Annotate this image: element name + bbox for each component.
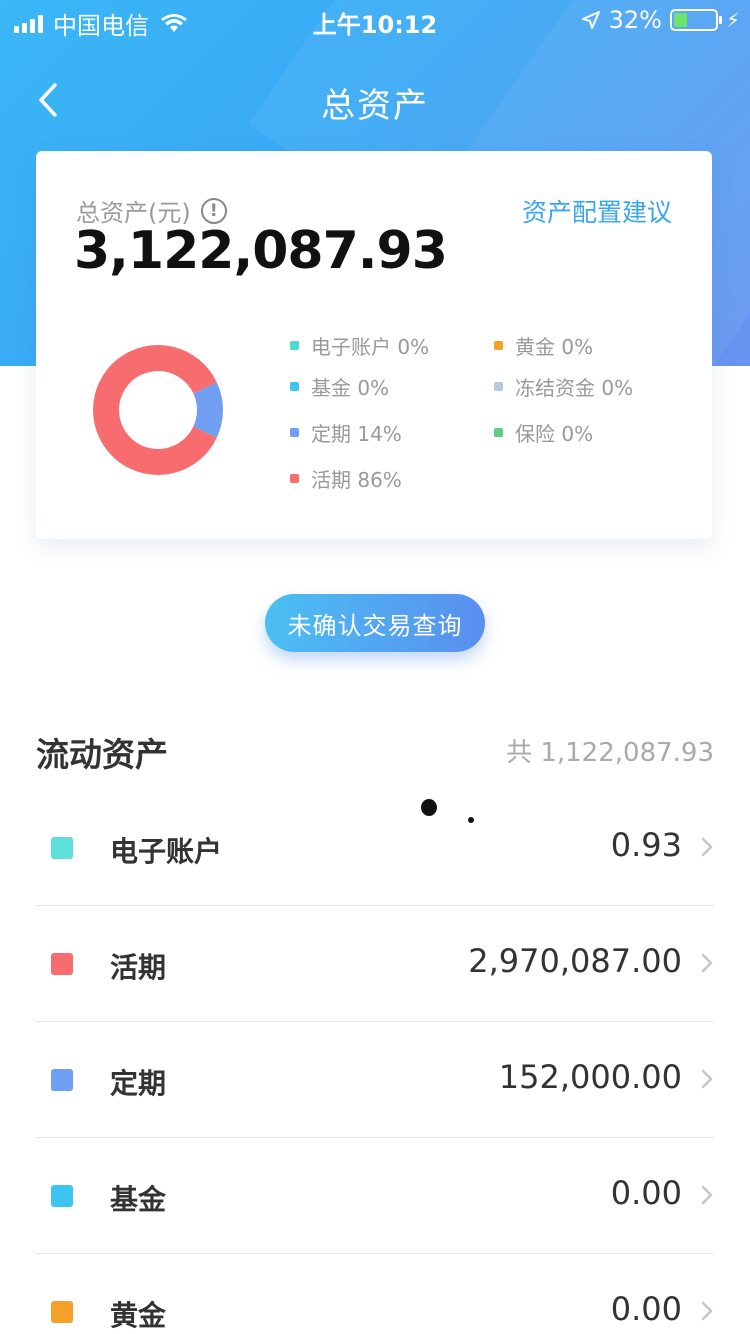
page-title: 总资产: [321, 86, 429, 126]
asset-donut-chart: [93, 345, 223, 475]
legend-item-fund: 基金 0%: [290, 372, 389, 401]
asset-name: 基金: [110, 1183, 167, 1216]
battery-level: [673, 13, 687, 27]
legend-label: 电子账户 0%: [311, 335, 430, 359]
chevron-right-icon: [701, 953, 713, 973]
legend-dot: [494, 341, 503, 350]
legend-dot: [290, 428, 299, 437]
legend-item-electronic-account: 电子账户 0%: [290, 331, 429, 360]
asset-color-dot: [51, 1069, 73, 1091]
asset-row-fund[interactable]: 基金 0.00: [36, 1138, 714, 1254]
info-icon[interactable]: !: [200, 197, 227, 224]
chevron-right-icon: [701, 1301, 713, 1321]
asset-row-electronic-account[interactable]: 电子账户 0.93: [36, 790, 714, 906]
legend-item-gold: 黄金 0%: [494, 331, 593, 360]
legend-label: 冻结资金 0%: [515, 376, 634, 400]
legend-item-demand-deposit: 活期 86%: [290, 464, 402, 493]
section-total: 共 1,122,087.93: [506, 738, 714, 768]
legend-dot: [494, 382, 503, 391]
screen-speck: [468, 817, 474, 823]
asset-name: 活期: [110, 951, 167, 984]
location-arrow-icon: [581, 11, 600, 29]
asset-value: 0.00: [610, 1290, 682, 1328]
chevron-right-icon: [701, 1185, 713, 1205]
asset-row-demand-deposit[interactable]: 活期 2,970,087.00: [36, 906, 714, 1022]
asset-name: 定期: [110, 1067, 167, 1100]
legend-item-insurance: 保险 0%: [494, 418, 593, 447]
total-assets-card: 总资产(元) ! 3,122,087.93 资产配置建议 电子账户 0% 黄金 …: [36, 151, 712, 539]
asset-color-dot: [51, 837, 73, 859]
asset-color-dot: [51, 1185, 73, 1207]
asset-value: 152,000.00: [498, 1058, 682, 1096]
legend-label: 保险 0%: [515, 422, 594, 446]
battery-icon: [669, 9, 722, 31]
asset-name: 电子账户: [110, 835, 223, 868]
legend-dot: [290, 382, 299, 391]
legend-item-frozen-funds: 冻结资金 0%: [494, 372, 633, 401]
legend-dot: [494, 428, 503, 437]
legend-dot: [290, 474, 299, 483]
asset-value: 2,970,087.00: [468, 942, 682, 980]
asset-name: 黄金: [110, 1299, 167, 1332]
legend-label: 基金 0%: [311, 376, 390, 400]
chevron-right-icon: [701, 1069, 713, 1089]
legend-item-fixed-deposit: 定期 14%: [290, 418, 402, 447]
screen-speck: [421, 799, 437, 816]
status-right: 32% ⚡: [581, 6, 740, 34]
charging-bolt-icon: ⚡: [725, 8, 740, 32]
asset-allocation-advice-link[interactable]: 资产配置建议: [522, 193, 672, 229]
unconfirmed-transactions-button[interactable]: 未确认交易查询: [265, 594, 485, 652]
total-assets-value: 3,122,087.93: [74, 221, 448, 281]
legend-label: 黄金 0%: [515, 335, 594, 359]
legend-label: 定期 14%: [311, 422, 402, 446]
asset-value: 0.00: [610, 1174, 682, 1212]
asset-color-dot: [51, 1301, 73, 1323]
battery-percent: 32%: [608, 6, 662, 34]
status-bar: 中国电信 上午10:12 32% ⚡: [0, 0, 750, 40]
legend-dot: [290, 341, 299, 350]
chevron-right-icon: [701, 837, 713, 857]
legend-label: 活期 86%: [311, 468, 402, 492]
asset-color-dot: [51, 953, 73, 975]
asset-row-gold[interactable]: 黄金 0.00: [36, 1254, 714, 1334]
asset-row-fixed-deposit[interactable]: 定期 152,000.00: [36, 1022, 714, 1138]
section-title: 流动资产: [36, 735, 168, 774]
asset-value: 0.93: [610, 826, 682, 864]
